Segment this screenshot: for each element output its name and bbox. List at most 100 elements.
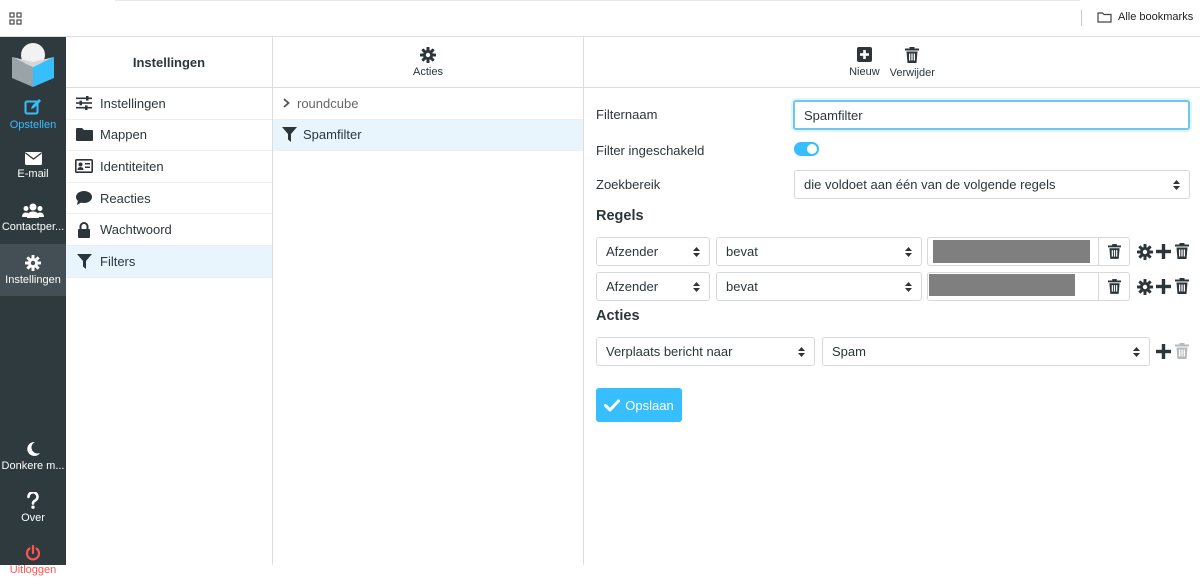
- sidebar-item-label: Filters: [100, 253, 136, 269]
- filter-item-spamfilter[interactable]: Spamfilter: [273, 119, 583, 151]
- filter-actions-button[interactable]: Acties: [273, 37, 583, 88]
- dark-mode-button[interactable]: Donkere m...: [0, 430, 66, 482]
- dark-mode-label: Donkere m...: [1, 459, 65, 472]
- filter-set-roundcube[interactable]: roundcube: [273, 88, 583, 120]
- question-icon: [27, 492, 39, 509]
- comment-icon: [75, 191, 93, 206]
- filter-set-name: roundcube: [297, 95, 359, 111]
- app-menu: Opstellen E-mail Contactper... Instellin…: [0, 37, 66, 576]
- save-label: Opslaan: [625, 397, 674, 413]
- mail-button[interactable]: E-mail: [0, 140, 66, 192]
- action-target-select[interactable]: Spam: [822, 337, 1150, 366]
- envelope-icon: [24, 152, 42, 165]
- bookmarks-separator: [1081, 10, 1082, 26]
- filter-actions-label: Acties: [413, 65, 443, 78]
- rule-operator-select[interactable]: bevat: [716, 272, 922, 301]
- lock-icon: [75, 221, 93, 238]
- select-arrows-icon: [693, 247, 700, 257]
- scope-label: Zoekbereik: [596, 177, 661, 192]
- trash-icon: [1107, 279, 1121, 294]
- filter-enabled-toggle[interactable]: [794, 142, 819, 156]
- trash-icon: [905, 46, 920, 63]
- scope-select[interactable]: die voldoet aan één van de volgende rege…: [794, 170, 1190, 199]
- all-bookmarks-button[interactable]: Alle bookmarks: [1097, 11, 1193, 23]
- plus-square-icon: [856, 47, 872, 62]
- rule-value-clear-button[interactable]: [1098, 237, 1129, 266]
- settings-sidebar: Instellingen Instellingen Mappen Identit…: [66, 37, 273, 565]
- actions-heading: Acties: [596, 308, 640, 324]
- sliders-icon: [75, 96, 93, 111]
- sidebar-item-password[interactable]: Wachtwoord: [66, 214, 272, 246]
- sidebar-title: Instellingen: [66, 37, 272, 88]
- rule-advanced-gear-icon[interactable]: [1137, 279, 1153, 295]
- action-type-value: Verplaats bericht naar: [606, 344, 733, 359]
- rule-add-plus-icon[interactable]: [1156, 244, 1171, 259]
- about-label: Over: [21, 512, 45, 524]
- rule-operator-select[interactable]: bevat: [716, 237, 922, 266]
- scope-value: die voldoet aan één van de volgende rege…: [804, 177, 1056, 192]
- rule-header-select[interactable]: Afzender: [596, 272, 710, 301]
- apps-grid-icon[interactable]: [9, 12, 22, 25]
- power-icon: [25, 544, 41, 560]
- filter-name-value: Spamfilter: [804, 107, 863, 123]
- action-add-plus-icon[interactable]: [1156, 344, 1171, 359]
- compose-button[interactable]: Opstellen: [0, 88, 66, 140]
- mail-label: E-mail: [17, 168, 49, 180]
- tab-strip-edge: [115, 0, 1080, 1]
- select-arrows-icon: [905, 247, 912, 257]
- select-arrows-icon: [1173, 180, 1180, 190]
- rules-heading: Regels: [596, 208, 644, 224]
- sidebar-item-filters[interactable]: Filters: [66, 245, 272, 278]
- new-filter-label: Nieuw: [849, 66, 880, 78]
- about-button[interactable]: Over: [0, 482, 66, 534]
- rule-operator-value: bevat: [726, 244, 758, 259]
- rule-value-input[interactable]: [927, 272, 1130, 301]
- rule-value-clear-button[interactable]: [1098, 272, 1129, 301]
- sidebar-item-folders[interactable]: Mappen: [66, 120, 272, 152]
- redacted-value: [929, 274, 1075, 296]
- sidebar-item-responses[interactable]: Reacties: [66, 183, 272, 215]
- logout-button[interactable]: Uitloggen: [0, 534, 66, 586]
- sidebar-item-label: Wachtwoord: [100, 222, 172, 238]
- compose-icon: [24, 98, 41, 114]
- sidebar-item-label: Identiteiten: [100, 158, 164, 174]
- folder-icon: [75, 128, 93, 142]
- select-arrows-icon: [693, 282, 700, 292]
- delete-filter-label: Verwijder: [889, 66, 935, 79]
- sidebar-item-identities[interactable]: Identiteiten: [66, 151, 272, 183]
- sidebar-item-label: Instellingen: [100, 95, 166, 111]
- rule-header-value: Afzender: [606, 244, 659, 259]
- new-filter-button[interactable]: Nieuw: [849, 37, 880, 88]
- filter-toolbar: Nieuw Verwijder: [584, 37, 1200, 88]
- rule-add-plus-icon[interactable]: [1156, 279, 1171, 294]
- trash-icon: [1107, 244, 1121, 259]
- chevron-right-icon: [283, 98, 290, 108]
- id-card-icon: [75, 159, 93, 174]
- filter-enabled-label: Filter ingeschakeld: [596, 143, 705, 158]
- users-icon: [22, 203, 44, 218]
- delete-filter-button[interactable]: Verwijder: [890, 37, 935, 88]
- redacted-value: [933, 240, 1090, 263]
- rule-header-select[interactable]: Afzender: [596, 237, 710, 266]
- sidebar-item-preferences[interactable]: Instellingen: [66, 88, 272, 120]
- browser-bookmarks-bar: Alle bookmarks: [0, 0, 1200, 37]
- contacts-button[interactable]: Contactper...: [0, 192, 66, 244]
- gear-icon: [420, 46, 436, 63]
- all-bookmarks-label: Alle bookmarks: [1118, 11, 1194, 23]
- compose-label: Opstellen: [9, 118, 57, 131]
- action-delete-trash-icon: [1175, 343, 1189, 359]
- folder-outline-icon: [1097, 11, 1112, 23]
- rule-header-value: Afzender: [606, 279, 659, 294]
- filter-icon: [282, 127, 297, 143]
- save-button[interactable]: Opslaan: [596, 388, 682, 422]
- settings-label: Instellingen: [5, 273, 61, 286]
- filter-item-name: Spamfilter: [303, 127, 362, 143]
- rule-delete-trash-icon[interactable]: [1175, 278, 1189, 294]
- rule-value-input[interactable]: [927, 237, 1130, 266]
- rule-delete-trash-icon[interactable]: [1175, 243, 1189, 259]
- contacts-label: Contactper...: [1, 221, 65, 233]
- rule-advanced-gear-icon[interactable]: [1137, 244, 1153, 260]
- settings-button[interactable]: Instellingen: [0, 244, 66, 296]
- filter-name-input[interactable]: Spamfilter: [793, 100, 1190, 130]
- action-type-select[interactable]: Verplaats bericht naar: [596, 337, 815, 366]
